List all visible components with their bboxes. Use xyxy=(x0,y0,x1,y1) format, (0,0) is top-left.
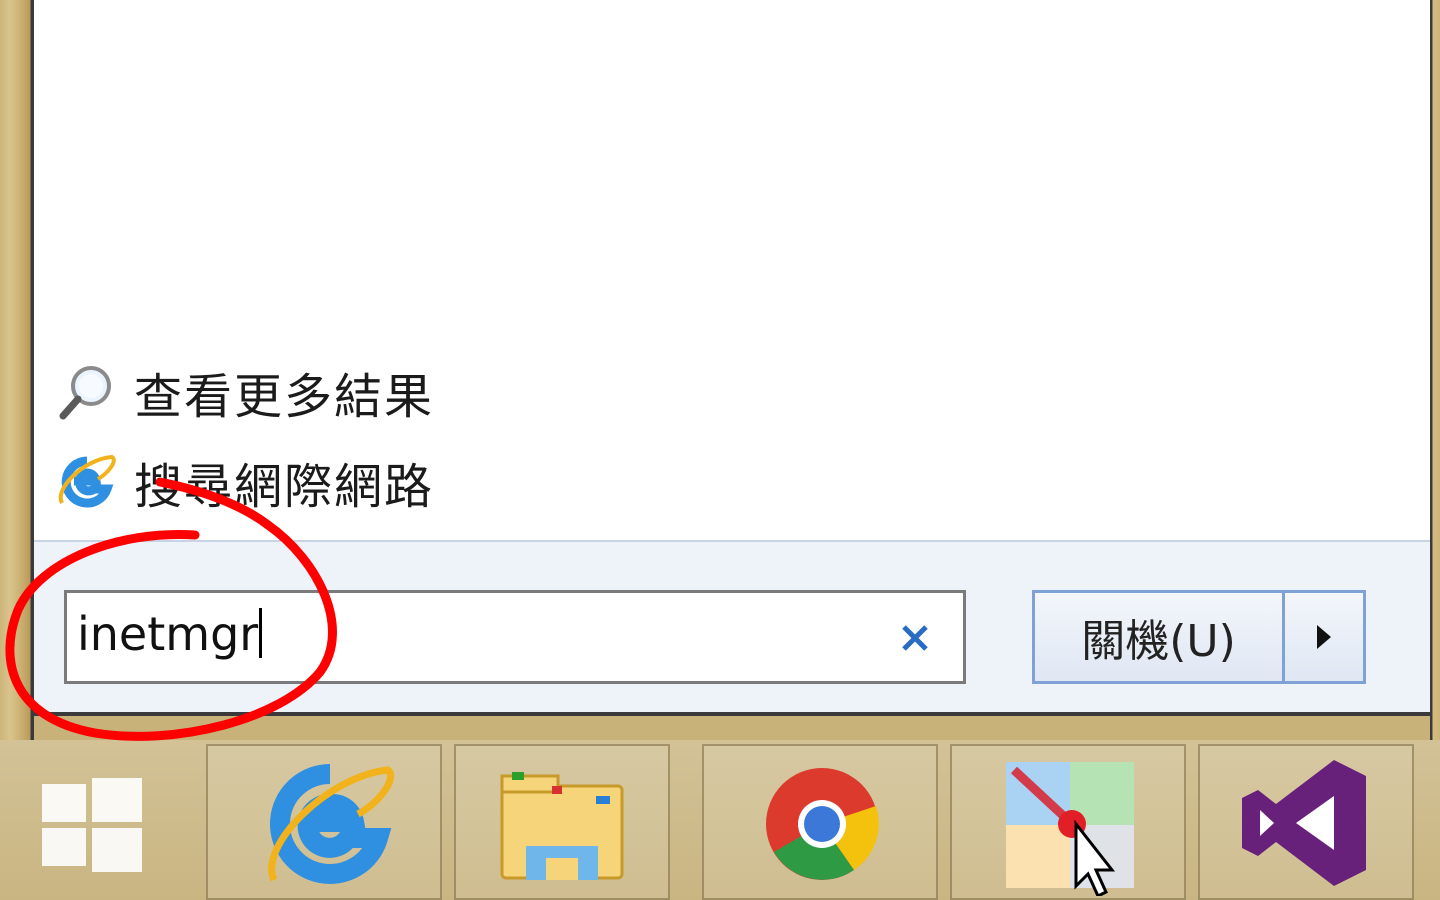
file-explorer-icon xyxy=(500,772,624,880)
clear-search-button[interactable] xyxy=(893,613,937,663)
start-menu-footer: inetmgr 關機(U) xyxy=(34,540,1430,716)
window-frame-right xyxy=(1430,0,1440,740)
see-more-results-label: 查看更多結果 xyxy=(134,369,435,425)
taskbar-internet-explorer[interactable] xyxy=(206,744,442,900)
internet-explorer-icon xyxy=(268,764,395,884)
shutdown-button[interactable]: 關機(U) xyxy=(1035,593,1285,681)
search-input-value: inetmgr xyxy=(77,607,259,661)
chrome-icon xyxy=(766,768,879,880)
internet-explorer-icon xyxy=(54,449,120,515)
windows-logo-icon xyxy=(42,778,142,872)
search-internet-label: 搜尋網際網路 xyxy=(134,459,435,515)
window-frame-left xyxy=(0,0,34,740)
search-internet-item[interactable]: 搜尋網際網路 xyxy=(54,446,434,518)
search-results: 查看更多結果 搜尋網際網路 xyxy=(34,0,1430,540)
visual-studio-icon xyxy=(1242,760,1366,886)
close-icon xyxy=(902,625,928,651)
taskbar-visual-studio[interactable] xyxy=(1198,744,1414,900)
search-input-wrapper: inetmgr xyxy=(77,607,263,661)
magnifier-icon xyxy=(54,359,120,425)
text-caret xyxy=(259,608,263,658)
taskbar-chrome[interactable] xyxy=(702,744,938,900)
start-menu-border xyxy=(34,712,1430,716)
taskbar xyxy=(0,740,1440,900)
start-button[interactable] xyxy=(30,764,160,884)
shutdown-label: 關機(U) xyxy=(1081,616,1236,667)
paint-app-icon xyxy=(1006,762,1134,899)
see-more-results-item[interactable]: 查看更多結果 xyxy=(54,356,434,428)
shutdown-options-button[interactable] xyxy=(1285,593,1363,681)
taskbar-paint-app[interactable] xyxy=(950,744,1186,900)
search-input[interactable]: inetmgr xyxy=(64,590,966,684)
caret-right-icon xyxy=(1317,625,1331,649)
taskbar-file-explorer[interactable] xyxy=(454,744,670,900)
start-menu: 查看更多結果 搜尋網際網路 inetmgr 關機(U) xyxy=(34,0,1430,716)
shutdown-control: 關機(U) xyxy=(1032,590,1366,684)
